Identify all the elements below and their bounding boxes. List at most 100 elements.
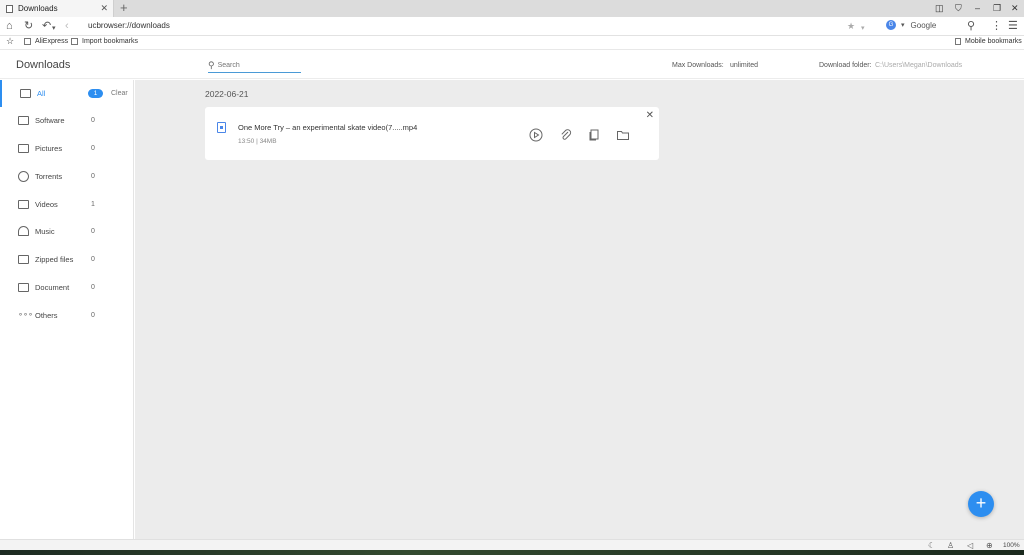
sidebar-item-count: 0 xyxy=(91,145,95,152)
bookmarks-bar: ☆ AliExpress Import bookmarks Mobile boo… xyxy=(0,36,1024,50)
dots-icon: ∘∘∘ xyxy=(18,310,34,319)
phone-icon xyxy=(955,38,961,45)
downloads-list-area: 2022-06-21 One More Try – an experimenta… xyxy=(135,80,1024,540)
mobile-bookmarks[interactable]: Mobile bookmarks xyxy=(955,38,1022,45)
video-file-icon xyxy=(217,122,226,133)
download-meta: 13:50 | 34MB xyxy=(238,138,277,145)
max-downloads-value[interactable]: unlimited xyxy=(730,62,758,69)
undo-icon[interactable]: ↶ xyxy=(42,19,51,34)
night-mode-icon[interactable]: ☾ xyxy=(928,541,935,550)
zoom-level[interactable]: 100% xyxy=(1003,542,1020,549)
sidebar-item-label: Torrents xyxy=(35,172,63,181)
bookmark-import[interactable]: Import bookmarks xyxy=(71,38,138,45)
bookmark-label: AliExpress xyxy=(35,38,69,45)
bookmark-star-icon[interactable]: ☆ xyxy=(6,36,14,47)
engine-dropdown-icon: ▾ xyxy=(901,22,905,29)
envelope-icon xyxy=(20,89,31,98)
max-downloads-label: Max Downloads: xyxy=(672,62,724,69)
video-icon xyxy=(18,200,29,209)
minimize-icon[interactable]: – xyxy=(975,3,980,13)
star-dropdown-icon[interactable]: ▾ xyxy=(861,21,865,36)
address-bar[interactable]: ucbrowser://downloads xyxy=(88,20,170,32)
headphones-icon xyxy=(18,226,29,236)
tab-close-icon[interactable]: ✕ xyxy=(100,3,108,14)
google-icon: G xyxy=(886,20,896,30)
category-sidebar: All 1 Clear Software 0 Pictures 0 Torren… xyxy=(0,80,134,540)
sidebar-item-label: All xyxy=(37,89,46,98)
sidebar-item-count: 0 xyxy=(91,256,95,263)
bookmark-aliexpress[interactable]: AliExpress xyxy=(24,38,68,45)
sidebar-item-label: Software xyxy=(35,116,65,125)
sidebar-item-label: Document xyxy=(35,283,70,292)
downloads-search[interactable]: ⚲ xyxy=(208,59,301,73)
back-icon[interactable]: ‹ xyxy=(65,19,69,34)
window-icon xyxy=(18,116,29,125)
navigation-toolbar: ⌂ ↻ ↶ ▾ ‹ ucbrowser://downloads ★ ▾ G ▾ … xyxy=(0,17,1024,36)
shield-icon[interactable]: ⛉ xyxy=(955,3,962,14)
search-input[interactable] xyxy=(217,62,298,69)
play-icon[interactable] xyxy=(529,128,543,142)
sidebar-item-label: Zipped files xyxy=(35,255,74,264)
restore-icon[interactable]: ❐ xyxy=(993,3,1001,14)
reader-icon[interactable]: ◫ xyxy=(935,3,944,14)
new-tab-button[interactable]: + xyxy=(120,0,128,16)
sidebar-item-count: 0 xyxy=(91,312,95,319)
sidebar-item-videos[interactable]: Videos 1 xyxy=(0,191,134,218)
tab-title: Downloads xyxy=(18,4,58,13)
tab-strip: Downloads ✕ + ◫ ⛉ – ❐ ✕ xyxy=(0,0,1024,17)
sidebar-item-count: 1 xyxy=(91,201,95,208)
sidebar-item-software[interactable]: Software 0 xyxy=(0,107,134,134)
bookmark-label: Mobile bookmarks xyxy=(965,38,1022,45)
home-icon[interactable]: ⌂ xyxy=(6,19,13,34)
bookmark-label: Import bookmarks xyxy=(82,38,139,45)
zoom-icon[interactable]: ⊕ xyxy=(986,541,993,550)
sidebar-item-document[interactable]: Document 0 xyxy=(0,274,134,301)
status-bar: ☾ ♙ ◁ ⊕ 100% xyxy=(0,539,1024,550)
download-item[interactable]: One More Try – an experimental skate vid… xyxy=(205,107,659,160)
extension-icon[interactable]: ♙ xyxy=(947,541,954,550)
volume-icon[interactable]: ◁ xyxy=(967,541,973,550)
sidebar-item-count: 0 xyxy=(91,284,95,291)
sidebar-item-pictures[interactable]: Pictures 0 xyxy=(0,135,134,162)
close-window-icon[interactable]: ✕ xyxy=(1011,3,1019,14)
menu-icon[interactable]: ☰ xyxy=(1008,19,1018,34)
sidebar-item-label: Others xyxy=(35,311,58,320)
search-engine-selector[interactable]: G ▾ Google xyxy=(886,20,936,30)
sidebar-item-label: Music xyxy=(35,227,55,236)
remove-download-icon[interactable]: ✕ xyxy=(646,110,654,121)
folder-icon xyxy=(24,38,31,45)
sidebar-item-all[interactable]: All 1 Clear xyxy=(0,80,134,107)
sidebar-item-others[interactable]: ∘∘∘ Others 0 xyxy=(0,302,134,329)
count-badge: 1 xyxy=(88,89,103,98)
sidebar-item-label: Pictures xyxy=(35,144,63,153)
download-folder-value[interactable]: C:\Users\Megan\Downloads xyxy=(875,62,962,69)
tab-downloads[interactable]: Downloads ✕ xyxy=(0,0,114,17)
document-icon xyxy=(6,4,13,13)
reload-icon[interactable]: ↻ xyxy=(24,19,33,34)
image-icon xyxy=(18,144,29,153)
undo-dropdown-icon[interactable]: ▾ xyxy=(52,21,56,36)
more-icon[interactable]: ⋮ xyxy=(991,19,1002,34)
sidebar-item-zipped-files[interactable]: Zipped files 0 xyxy=(0,246,134,273)
sidebar-item-music[interactable]: Music 0 xyxy=(0,218,134,245)
date-group-heading: 2022-06-21 xyxy=(205,89,249,99)
search-icon: ⚲ xyxy=(208,60,215,70)
star-icon[interactable]: ★ xyxy=(847,19,855,34)
clear-button[interactable]: Clear xyxy=(111,90,128,97)
sidebar-item-count: 0 xyxy=(91,228,95,235)
attachment-icon[interactable] xyxy=(559,128,573,142)
add-download-button[interactable]: + xyxy=(968,491,994,517)
open-folder-icon[interactable] xyxy=(616,128,630,142)
import-icon xyxy=(71,38,78,45)
sidebar-item-torrents[interactable]: Torrents 0 xyxy=(0,163,134,190)
folder-icon xyxy=(18,283,29,292)
search-engine-name: Google xyxy=(910,20,937,30)
zip-icon xyxy=(18,255,29,264)
download-folder-label: Download folder: xyxy=(819,62,872,69)
copy-icon[interactable] xyxy=(587,128,601,142)
taskbar-strip xyxy=(0,550,1024,555)
download-filename[interactable]: One More Try – an experimental skate vid… xyxy=(238,123,417,132)
torrent-icon xyxy=(18,171,29,182)
search-icon[interactable]: ⚲ xyxy=(967,19,975,34)
sidebar-item-count: 0 xyxy=(91,173,95,180)
